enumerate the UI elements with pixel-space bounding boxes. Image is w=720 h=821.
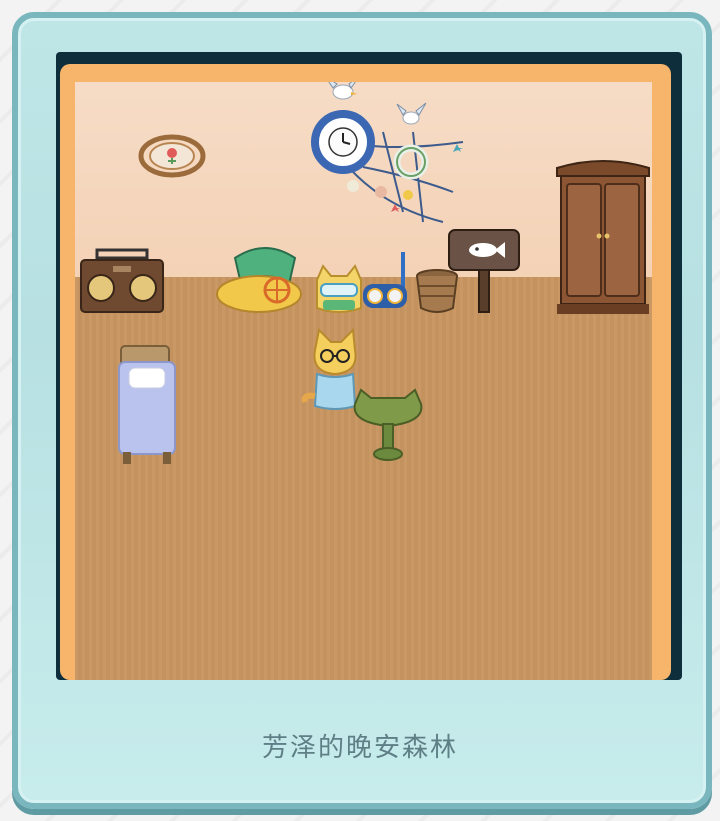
cat-plush-goggles-icon[interactable] (311, 264, 367, 314)
snorkel-goggles-icon[interactable] (361, 248, 411, 312)
room-scene (75, 82, 652, 680)
boombox-radio-icon[interactable] (79, 248, 165, 314)
wooden-wardrobe-icon[interactable] (555, 156, 651, 320)
single-bed-icon[interactable] (117, 344, 179, 468)
seagull-icon (396, 102, 427, 125)
fish-signpost-icon[interactable] (447, 218, 521, 314)
seagull-icon (328, 82, 357, 100)
flower-wall-frame-icon[interactable] (137, 132, 207, 182)
beach-cradle-icon[interactable] (215, 238, 307, 318)
cat-table-icon[interactable] (349, 388, 427, 464)
photo-caption: 芳泽的晚安森林 (261, 733, 458, 763)
